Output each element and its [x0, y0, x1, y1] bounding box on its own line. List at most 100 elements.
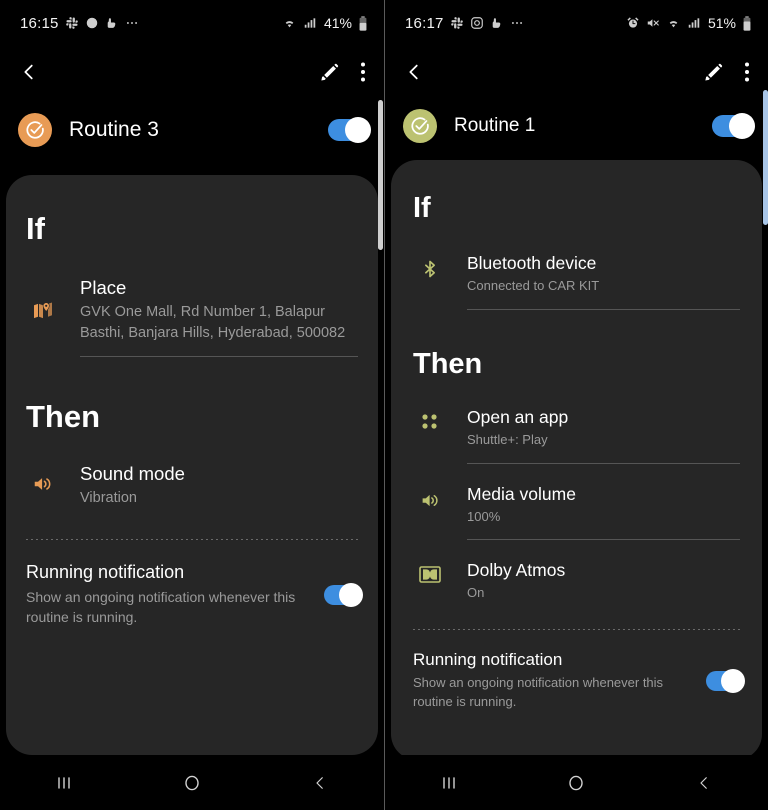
entry-divider	[467, 309, 740, 311]
more-vertical-icon[interactable]	[744, 61, 750, 83]
if-entry-place[interactable]: Place GVK One Mall, Rd Number 1, Balapur…	[26, 277, 358, 358]
status-bar: 16:17 51%	[385, 0, 768, 46]
app-bar-actions	[703, 61, 750, 83]
pencil-edit-icon[interactable]	[319, 62, 340, 83]
more-vertical-icon[interactable]	[360, 61, 366, 83]
running-notification-text: Running notification Show an ongoing not…	[26, 562, 324, 628]
routine-details-card: If Place GVK One Mall, Rd Number 1, Bala…	[6, 175, 378, 755]
running-notification-toggle[interactable]	[324, 582, 363, 607]
dual-screenshot-container: 16:15 41% Routine 3 If Place GVK One Mal…	[0, 0, 768, 810]
wifi-icon	[666, 16, 681, 30]
then-entry-dolby-atmos[interactable]: Dolby Atmos On	[413, 560, 740, 602]
section-separator	[26, 538, 358, 540]
then-entry-sound-mode[interactable]: Sound mode Vibration	[26, 463, 358, 509]
back-chevron-icon[interactable]	[18, 61, 40, 83]
pencil-edit-icon[interactable]	[703, 62, 724, 83]
more-dots-icon	[509, 16, 525, 30]
running-notification-title: Running notification	[413, 649, 563, 669]
bluetooth-icon	[413, 253, 447, 280]
recents-icon[interactable]	[419, 774, 479, 792]
then-entry-subtitle: 100%	[467, 508, 501, 524]
then-entry-media-volume[interactable]: Media volume 100%	[413, 483, 740, 541]
then-entry-subtitle: Shuttle+: Play	[467, 432, 548, 448]
entry-divider	[467, 539, 740, 541]
signal-icon	[303, 16, 317, 30]
status-bar-clock: 16:17	[405, 14, 444, 32]
then-entry-subtitle: On	[467, 585, 485, 601]
home-circle-icon[interactable]	[162, 773, 222, 793]
threads-icon	[85, 16, 99, 30]
if-section-heading: If	[26, 211, 45, 246]
battery-percent-label: 41%	[323, 15, 352, 31]
app-bar	[0, 46, 384, 98]
screen-left-routine-3: 16:15 41% Routine 3 If Place GVK One Mal…	[0, 0, 384, 810]
media-volume-icon	[413, 484, 447, 511]
status-bar: 16:15 41%	[0, 0, 384, 46]
system-nav-bar	[385, 755, 768, 810]
system-nav-bar	[0, 755, 384, 810]
status-bar-clock: 16:15	[20, 14, 59, 32]
place-map-pin-icon	[26, 277, 60, 323]
mute-icon	[646, 16, 660, 30]
if-entry-body: Place GVK One Mall, Rd Number 1, Balapur…	[80, 277, 358, 358]
routine-check-icon	[403, 109, 437, 143]
entry-divider	[467, 462, 740, 464]
page-scrollbar[interactable]	[378, 100, 383, 250]
routine-details-card: If Bluetooth device Connected to CAR KIT…	[391, 160, 762, 760]
then-entry-body: Sound mode Vibration	[80, 463, 358, 509]
battery-percent-label: 51%	[707, 15, 736, 31]
entry-divider	[80, 356, 358, 358]
routine-enabled-toggle[interactable]	[712, 113, 755, 139]
then-entry-body: Media volume 100%	[467, 483, 740, 541]
recents-icon[interactable]	[34, 774, 94, 792]
more-dots-icon	[124, 16, 140, 30]
running-notification-subtitle: Show an ongoing notification whenever th…	[26, 588, 296, 626]
then-entry-body: Dolby Atmos On	[467, 560, 740, 602]
running-notification-subtitle: Show an ongoing notification whenever th…	[413, 674, 664, 709]
app-icon	[490, 16, 503, 30]
status-bar-left: 16:17	[405, 15, 525, 32]
running-notification-row[interactable]: Running notification Show an ongoing not…	[26, 562, 363, 628]
card-content: If Bluetooth device Connected to CAR KIT…	[391, 192, 762, 712]
toggle-knob	[721, 668, 745, 693]
app-bar-actions	[319, 61, 366, 83]
sound-speaker-icon	[26, 463, 60, 495]
running-notification-text: Running notification Show an ongoing not…	[413, 650, 706, 712]
signal-icon	[687, 16, 701, 30]
if-entry-subtitle: GVK One Mall, Rd Number 1, Balapur Basth…	[80, 304, 346, 341]
if-entry-bluetooth[interactable]: Bluetooth device Connected to CAR KIT	[413, 253, 740, 311]
page-scrollbar[interactable]	[763, 90, 768, 225]
running-notification-toggle[interactable]	[706, 668, 745, 693]
then-entry-title: Media volume	[467, 483, 576, 504]
instagram-icon	[470, 16, 484, 30]
slack-icon	[450, 16, 464, 30]
running-notification-title: Running notification	[26, 561, 185, 582]
back-chevron-icon[interactable]	[403, 61, 425, 83]
then-entry-title: Sound mode	[80, 463, 185, 485]
back-chevron-icon[interactable]	[674, 774, 734, 792]
back-chevron-icon[interactable]	[290, 774, 350, 792]
battery-icon	[358, 15, 368, 31]
if-entry-title: Bluetooth device	[467, 253, 597, 273]
toggle-knob	[345, 117, 371, 143]
routine-enabled-toggle[interactable]	[328, 117, 371, 143]
then-entry-title: Open an app	[467, 407, 569, 428]
card-content: If Place GVK One Mall, Rd Number 1, Bala…	[6, 211, 378, 627]
app-icon	[105, 16, 118, 30]
then-entry-subtitle: Vibration	[80, 490, 137, 507]
screen-right-routine-1: 16:17 51% Routine 1 If Bluetooth device …	[384, 0, 768, 810]
if-entry-body: Bluetooth device Connected to CAR KIT	[467, 253, 740, 311]
running-notification-row[interactable]: Running notification Show an ongoing not…	[413, 650, 745, 712]
then-entry-body: Open an app Shuttle+: Play	[467, 407, 740, 464]
then-entry-open-an-app[interactable]: Open an app Shuttle+: Play	[413, 407, 740, 464]
routine-title-row: Routine 1	[385, 98, 768, 154]
routine-check-icon	[18, 113, 52, 147]
home-circle-icon[interactable]	[546, 773, 606, 793]
slack-icon	[65, 16, 79, 30]
then-entry-title: Dolby Atmos	[467, 560, 566, 581]
routine-title-row: Routine 3	[0, 98, 384, 162]
if-entry-subtitle: Connected to CAR KIT	[467, 278, 600, 293]
dolby-atmos-icon	[413, 560, 447, 584]
battery-icon	[742, 15, 752, 31]
if-entry-title: Place	[80, 277, 127, 298]
